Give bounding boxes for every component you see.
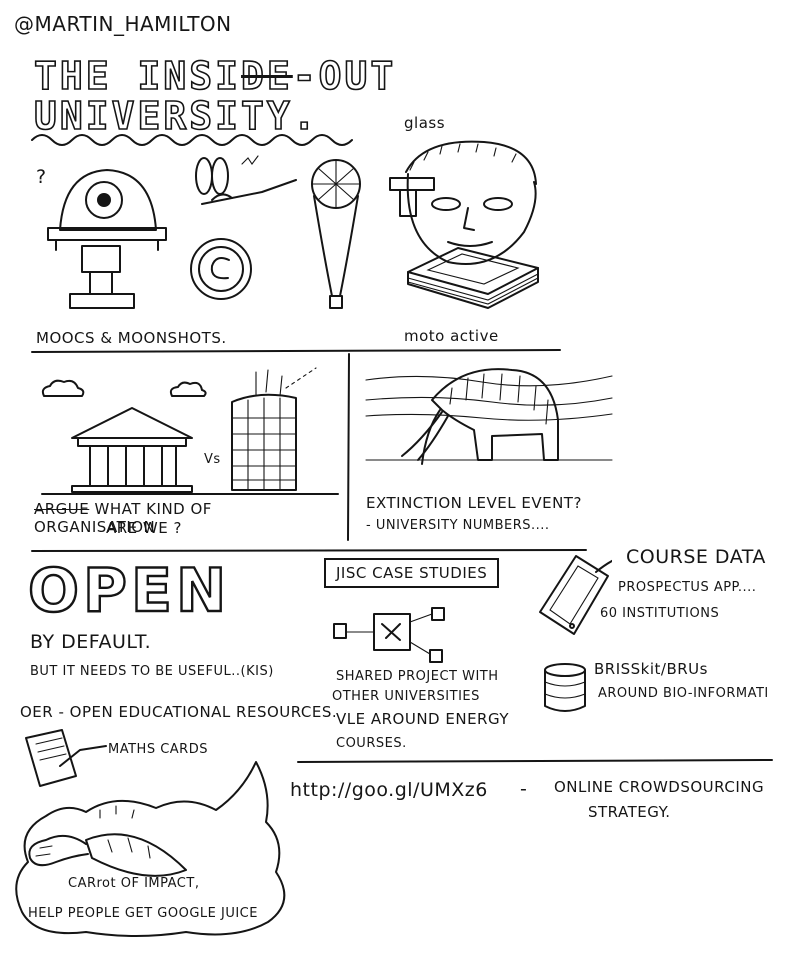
row-divider-1 [31, 349, 561, 353]
jisc-line-1: SHARED PROJECT WITH [336, 669, 499, 684]
copyright-icon [190, 238, 252, 300]
robot-camera-icon [47, 169, 167, 309]
struck-word: ARGUE [34, 500, 90, 518]
jisc-line-4: COURSES. [336, 736, 407, 751]
course-data-line-1: PROSPECTUS APP.... [618, 580, 757, 595]
course-data-line-2: 60 INSTITUTIONS [600, 606, 720, 621]
cloud-icon [169, 381, 207, 397]
jisc-line-3: VLE AROUND ENERGY [336, 710, 510, 728]
database-icon [544, 663, 586, 712]
useful-text: BUT IT NEEDS TO BE USEFUL..(KIS) [30, 664, 274, 679]
strategy-line-1: ONLINE CROWDSOURCING [554, 778, 765, 796]
organisation-caption-2: ARE WE ? [106, 519, 182, 537]
organisation-caption: ARGUE WHAT KIND OF ORGANISATION [34, 500, 334, 536]
jisc-box: JISC CASE STUDIES [324, 558, 500, 588]
dragonfly-drone-icon [195, 155, 297, 205]
oer-text: OER - OPEN EDUCATIONAL RESOURCES. [20, 703, 338, 721]
brisskit-title: BRISSkit/BRUs [594, 660, 708, 678]
strategy-line-2: STRATEGY. [588, 803, 671, 821]
balloon-icon [311, 159, 361, 309]
carrot-caption-2: HELP PEOPLE GET GOOGLE JUICE [28, 906, 258, 921]
page-title: THE INSIDE-OUT UNIVERSITY. [33, 53, 397, 139]
temple-icon [71, 407, 193, 493]
title-struck-part: DE [240, 53, 293, 99]
row-divider-3 [297, 759, 773, 763]
skyscraper-icon [231, 367, 317, 491]
title-line-1: THE INSIDE-OUT [33, 53, 397, 99]
extinction-caption: EXTINCTION LEVEL EVENT? [366, 494, 582, 512]
title-part-b: -OUT [292, 53, 397, 99]
row-divider-2 [31, 549, 587, 552]
network-cubes-icon [333, 607, 445, 663]
jisc-line-2: OTHER UNIVERSITIES [332, 689, 480, 704]
crowdsourcing-url[interactable]: http://goo.gl/UMXz6 [290, 779, 488, 801]
cloud-icon [41, 379, 85, 397]
extinction-caption-2: - UNIVERSITY NUMBERS.... [366, 518, 550, 533]
moocs-caption: MOOCS & MOONSHOTS. [36, 329, 227, 347]
moto-label: moto active [404, 327, 499, 345]
carrot-caption-1: CARrot OF IMPACT, [68, 876, 200, 891]
wavy-divider [31, 134, 353, 146]
tablet-stack-icon [407, 247, 539, 309]
title-part-a: THE INSI [33, 53, 242, 99]
url-dash: - [520, 778, 528, 800]
brisskit-line-1: AROUND BIO-INFORMATI [598, 686, 769, 701]
glass-label: glass [404, 114, 446, 132]
by-default-text: BY DEFAULT. [30, 631, 152, 653]
tablet-device-icon [539, 555, 612, 635]
column-divider [347, 353, 350, 541]
ground-line [41, 493, 339, 495]
mammoth-icon [365, 368, 613, 465]
course-data-title: COURSE DATA [626, 546, 766, 568]
author-handle: @MARTIN_HAMILTON [14, 12, 232, 36]
vs-label: Vs [204, 452, 221, 467]
open-heading: OPEN [27, 555, 231, 627]
